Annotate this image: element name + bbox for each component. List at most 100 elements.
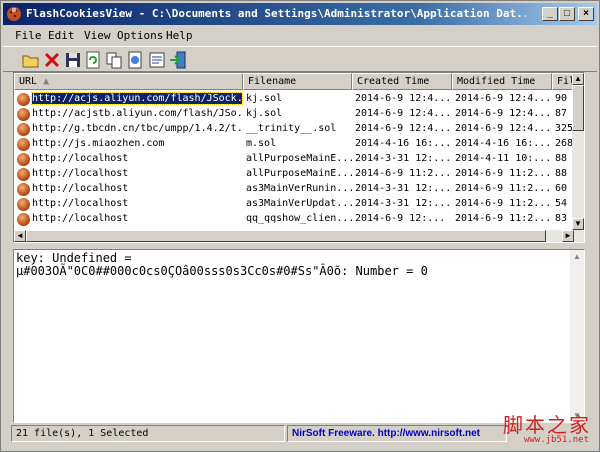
cell-modified: 2014-6-9 11:2... — [455, 168, 552, 179]
cell-created: 2014-6-9 12:4... — [355, 108, 452, 119]
cell-url: http://acjs.aliyun.com/flash/JSock... — [31, 92, 243, 105]
cell-url: http://acjstb.aliyun.com/flash/JSo... — [32, 108, 242, 119]
cell-url: http://localhost — [32, 168, 129, 179]
horizontal-scroll-thumb[interactable] — [26, 230, 546, 242]
table-row[interactable]: http://acjstb.aliyun.com/flash/JSo... kj.… — [14, 107, 574, 122]
cell-filename: allPurposeMainE... — [246, 168, 352, 179]
cookie-icon — [17, 198, 30, 211]
window-title: FlashCookiesView - C:\Documents and Sett… — [26, 7, 526, 20]
cell-url: http://localhost — [32, 153, 129, 164]
cell-modified: 2014-6-9 12:4... — [455, 123, 552, 134]
delete-icon[interactable] — [42, 50, 62, 70]
close-button[interactable]: × — [578, 7, 594, 21]
cell-modified: 2014-6-9 12:4... — [455, 108, 552, 119]
cookie-icon — [17, 123, 30, 136]
column-header-filename[interactable]: Filename — [243, 73, 352, 90]
sort-ascending-icon: ▲ — [43, 76, 50, 87]
column-header-created-time[interactable]: Created Time — [352, 73, 452, 90]
cell-filename: as3MainVerUpdat... — [246, 198, 352, 209]
nirsoft-link[interactable]: NirSoft Freeware. http://www.nirsoft.net — [287, 425, 507, 442]
column-header-url[interactable]: URL ▲ — [14, 73, 243, 90]
table-row[interactable]: http://acjs.aliyun.com/flash/JSock... kj.… — [14, 92, 574, 107]
cell-url: http://js.miaozhen.com — [32, 138, 165, 149]
cell-created: 2014-4-16 16:... — [355, 138, 452, 149]
watermark-url: www.jb51.net — [523, 435, 589, 445]
scroll-right-icon[interactable]: ► — [562, 230, 574, 242]
cell-created: 2014-3-31 12:... — [355, 198, 452, 209]
cell-filename: kj.sol — [246, 93, 283, 104]
exit-icon[interactable] — [168, 50, 188, 70]
cell-created: 2014-3-31 12:... — [355, 153, 452, 164]
cell-url: http://localhost — [32, 183, 129, 194]
cell-modified: 2014-6-9 11:2... — [455, 213, 552, 224]
cookie-icon — [17, 153, 30, 166]
table-row[interactable]: http://localhost allPurposeMainE... 2014-3… — [14, 152, 574, 167]
scroll-left-icon[interactable]: ◄ — [14, 230, 26, 242]
cell-modified: 2014-4-16 16:... — [455, 138, 552, 149]
detail-scroll-up-icon[interactable]: ▲ — [573, 252, 581, 261]
properties-icon[interactable] — [147, 50, 167, 70]
detail-text: key: Undefined = µ#003OÃ"0C0##000c0cs0ÇO… — [16, 252, 568, 278]
scroll-thumb[interactable] — [572, 85, 584, 131]
maximize-button[interactable]: □ — [559, 7, 575, 21]
cell-filename: as3MainVerRunin... — [246, 183, 352, 194]
save-icon[interactable] — [63, 50, 83, 70]
cell-created: 2014-6-9 12:4... — [355, 93, 452, 104]
scroll-down-icon[interactable]: ▼ — [572, 218, 584, 230]
cell-created: 2014-6-9 12:... — [355, 213, 446, 224]
cell-filename: qq_qqshow_clien... — [246, 213, 352, 224]
detail-line-2: µ#003OÃ"0C0##000c0cs0ÇOâ00sss0s3Cc0s#0#S… — [16, 264, 428, 278]
app-cookie-icon — [7, 7, 21, 21]
cell-filename: kj.sol — [246, 108, 283, 119]
cell-filename: __trinity__.sol — [246, 123, 337, 134]
cell-filename: m.sol — [246, 138, 277, 149]
table-row[interactable]: http://g.tbcdn.cn/tbc/umpp/1.4.2/t... __t… — [14, 122, 574, 137]
cookie-icon — [17, 183, 30, 196]
cell-created: 2014-6-9 11:2... — [355, 168, 452, 179]
minimize-button[interactable]: _ — [542, 7, 558, 21]
cookie-icon — [17, 138, 30, 151]
cookie-list[interactable]: URL ▲ Filename Created Time Modified Tim… — [13, 72, 585, 243]
cell-url: http://g.tbcdn.cn/tbc/umpp/1.4.2/t... — [32, 123, 242, 134]
cell-filename: allPurposeMainE... — [246, 153, 352, 164]
menu-file[interactable]: File — [15, 29, 42, 42]
detail-vertical-scrollbar[interactable]: ▲ ▼ — [570, 250, 584, 422]
cookie-icon — [17, 168, 30, 181]
cookie-icon — [17, 108, 30, 121]
watermark-text: 脚本之家 — [503, 413, 591, 437]
copy-icon[interactable] — [104, 50, 124, 70]
cell-created: 2014-6-9 12:4... — [355, 123, 452, 134]
list-vertical-scrollbar[interactable]: ▲ ▼ — [572, 73, 584, 230]
menu-edit[interactable]: Edit — [48, 29, 75, 42]
cell-url: http://localhost — [32, 198, 129, 209]
cell-modified: 2014-6-9 12:4... — [455, 93, 552, 104]
table-row[interactable]: http://localhost allPurposeMainE... 2014-6… — [14, 167, 574, 182]
cell-modified: 2014-6-9 11:2... — [455, 198, 552, 209]
cell-modified: 2014-4-11 10:... — [455, 153, 552, 164]
list-header: URL ▲ Filename Created Time Modified Tim… — [14, 73, 582, 90]
refresh-icon[interactable] — [83, 50, 103, 70]
open-folder-icon[interactable] — [21, 50, 41, 70]
cookie-icon — [17, 93, 30, 106]
cell-modified: 2014-6-9 11:2... — [455, 183, 552, 194]
scroll-up-icon[interactable]: ▲ — [572, 73, 584, 85]
menu-help[interactable]: Help — [166, 29, 193, 42]
table-row[interactable]: http://localhost as3MainVerUpdat... 2014-3… — [14, 197, 574, 212]
cookie-icon — [17, 213, 30, 226]
cookie-detail-pane[interactable]: key: Undefined = µ#003OÃ"0C0##000c0cs0ÇO… — [13, 249, 585, 423]
cell-url: http://localhost — [32, 213, 129, 224]
list-horizontal-scrollbar[interactable]: ◄ ► — [14, 230, 584, 242]
menu-view[interactable]: View — [84, 29, 111, 42]
html-report-icon[interactable] — [125, 50, 145, 70]
toolbar — [3, 46, 597, 72]
title-bar[interactable]: FlashCookiesView - C:\Documents and Sett… — [3, 3, 597, 25]
menu-bar: File Edit View Options Help — [3, 27, 597, 45]
status-file-count: 21 file(s), 1 Selected — [11, 425, 285, 442]
menu-options[interactable]: Options — [117, 29, 163, 42]
app-window: FlashCookiesView - C:\Documents and Sett… — [0, 0, 600, 452]
table-row[interactable]: http://js.miaozhen.com m.sol 2014-4-16 16:… — [14, 137, 574, 152]
column-header-modified-time[interactable]: Modified Time — [452, 73, 552, 90]
table-row[interactable]: http://localhost as3MainVerRunin... 2014-3… — [14, 182, 574, 197]
table-row[interactable]: http://localhost qq_qqshow_clien... 2014-6… — [14, 212, 574, 227]
cell-created: 2014-3-31 12:... — [355, 183, 452, 194]
